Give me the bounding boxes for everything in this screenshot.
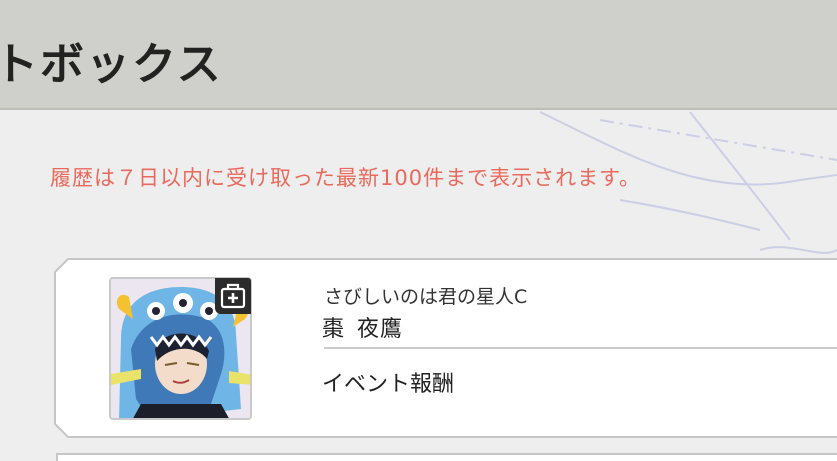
item-box-plus-icon (215, 278, 251, 314)
character-given-name: 夜鷹 (357, 317, 404, 342)
page-title: トボックス (0, 39, 223, 90)
list-item[interactable] (56, 453, 837, 461)
card-divider (324, 347, 837, 349)
character-family-name: 棗 (322, 317, 346, 342)
card-subtitle: さびしいのは君の星人C (324, 286, 528, 308)
history-notice: 履歴は７日以内に受け取った最新100件まで表示されます。 (50, 166, 641, 190)
reward-source-label: イベント報酬 (322, 372, 455, 397)
character-name: 棗夜鷹 (322, 311, 403, 343)
page-header: トボックス (0, 0, 837, 110)
